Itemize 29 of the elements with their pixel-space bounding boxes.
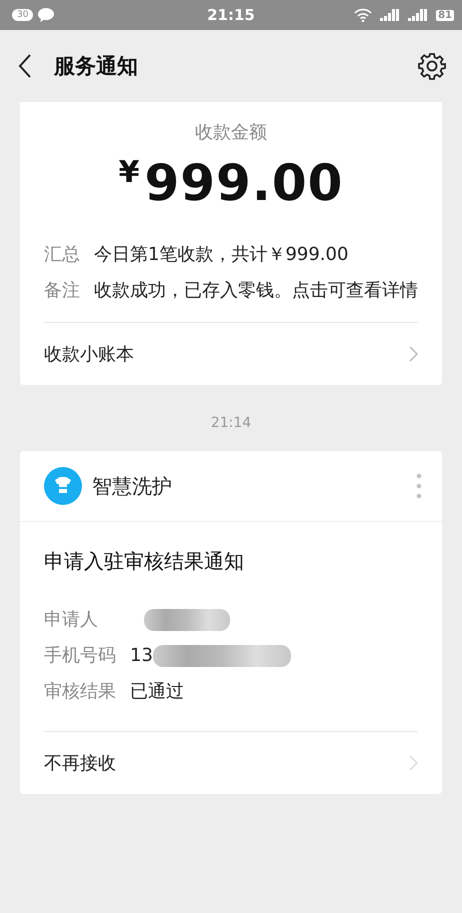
status-time: 21:15 xyxy=(206,6,256,24)
back-icon[interactable] xyxy=(18,54,32,78)
notification-badge: 30 xyxy=(12,9,34,21)
field-value: 13 xyxy=(130,644,153,668)
signal-icon xyxy=(408,9,428,21)
field-label: 申请人 xyxy=(44,608,99,632)
message-time: 21:14 xyxy=(210,415,252,431)
amount-value: $^{¥}$999.00 xyxy=(118,154,344,212)
wifi-icon xyxy=(354,8,372,22)
field-label: 手机号码 xyxy=(44,644,117,668)
battery-level: 81 xyxy=(436,10,454,20)
field-label: 汇总 xyxy=(44,243,81,267)
page-title: 服务通知 xyxy=(54,53,138,80)
notice-title: 申请入驻审核结果通知 xyxy=(43,548,245,575)
chevron-icon xyxy=(409,346,418,362)
sender-name: 智慧洗护 xyxy=(92,472,172,500)
shirt-logo-icon xyxy=(44,467,82,505)
chevron-icon xyxy=(409,755,418,771)
ledger-link[interactable]: 收款小账本 xyxy=(44,322,418,385)
signal-icon xyxy=(380,9,400,21)
field-label: 审核结果 xyxy=(44,680,117,704)
field-value: 今日第1笔收款，共计￥999.00 xyxy=(94,243,348,267)
unsubscribe-link[interactable]: 不再接收 xyxy=(44,731,418,794)
field-value: 收款成功，已存入零钱。点击可查看详情 xyxy=(94,279,418,303)
settings-icon[interactable] xyxy=(418,52,446,80)
message-icon xyxy=(37,7,56,23)
field-label: 备注 xyxy=(44,279,81,303)
field-value: 已通过 xyxy=(130,680,184,704)
amount-caption: 收款金额 xyxy=(194,121,268,144)
